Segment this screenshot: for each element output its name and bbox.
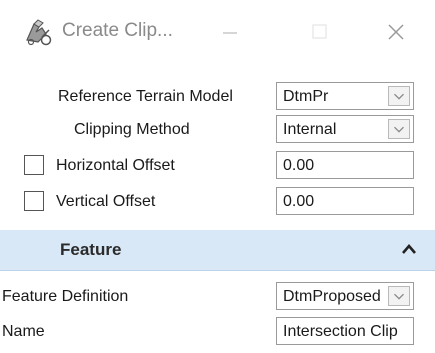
- feature-section-header[interactable]: Feature: [0, 230, 435, 271]
- feature-definition-label: Feature Definition: [2, 288, 129, 305]
- feature-definition-row: Feature Definition DtmProposed: [0, 279, 435, 315]
- feature-section-title: Feature: [60, 240, 122, 259]
- reference-terrain-model-dropdown[interactable]: DtmPr: [276, 82, 414, 110]
- horizontal-offset-row: Horizontal Offset 0.00: [0, 148, 435, 184]
- clipping-method-row: Clipping Method Internal: [0, 112, 435, 148]
- chevron-down-icon[interactable]: [388, 286, 410, 306]
- vertical-offset-input[interactable]: 0.00: [276, 187, 414, 215]
- name-row: Name Intersection Clip: [0, 314, 435, 350]
- vertical-offset-checkbox[interactable]: [24, 191, 44, 211]
- create-clip-tool-icon: [26, 19, 52, 46]
- create-clip-dialog: Create Clip... Reference Terrain Model D…: [0, 0, 435, 353]
- vertical-offset-row: Vertical Offset 0.00: [0, 184, 435, 220]
- maximize-icon[interactable]: [298, 12, 342, 52]
- name-value: Intersection Clip: [283, 323, 398, 340]
- horizontal-offset-label: Horizontal Offset: [56, 157, 175, 174]
- feature-definition-value: DtmProposed: [283, 288, 381, 305]
- title-bar[interactable]: Create Clip...: [0, 0, 435, 64]
- reference-terrain-model-row: Reference Terrain Model DtmPr: [0, 79, 435, 115]
- window-title: Create Clip...: [62, 20, 173, 41]
- vertical-offset-value: 0.00: [283, 193, 315, 210]
- clipping-method-value: Internal: [283, 121, 337, 138]
- feature-definition-dropdown[interactable]: DtmProposed: [276, 282, 414, 310]
- horizontal-offset-value: 0.00: [283, 157, 315, 174]
- chevron-up-icon[interactable]: [400, 242, 418, 256]
- name-label: Name: [2, 323, 45, 340]
- reference-terrain-model-value: DtmPr: [283, 88, 329, 105]
- minimize-icon[interactable]: [208, 12, 252, 52]
- chevron-down-icon[interactable]: [388, 86, 410, 106]
- horizontal-offset-checkbox[interactable]: [24, 155, 44, 175]
- horizontal-offset-input[interactable]: 0.00: [276, 151, 414, 179]
- reference-terrain-model-label: Reference Terrain Model: [58, 88, 233, 105]
- close-icon[interactable]: [374, 12, 418, 52]
- clipping-method-dropdown[interactable]: Internal: [276, 115, 414, 143]
- clipping-method-label: Clipping Method: [74, 121, 190, 138]
- vertical-offset-label: Vertical Offset: [56, 193, 156, 210]
- name-input[interactable]: Intersection Clip: [276, 317, 414, 345]
- chevron-down-icon[interactable]: [388, 119, 410, 139]
